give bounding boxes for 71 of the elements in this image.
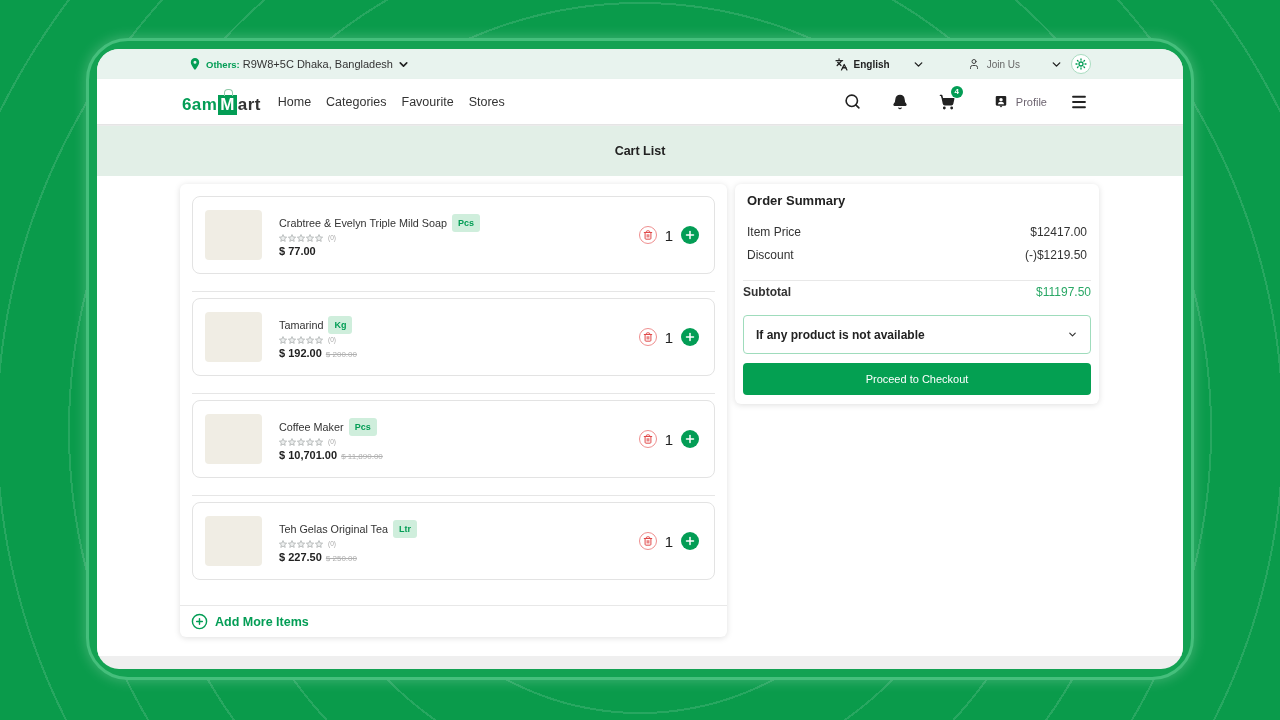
unit-tag: Pcs (452, 213, 481, 232)
plus-icon (684, 535, 696, 547)
theme-toggle-button[interactable] (1071, 54, 1091, 74)
unit-tag: Kg (328, 315, 353, 334)
subtotal-value: $11197.50 (1036, 284, 1091, 300)
nav-link[interactable]: Home (277, 94, 312, 109)
product-price: $ 192.00 (279, 346, 322, 359)
unavailable-product-select[interactable]: If any product is not available (743, 315, 1091, 354)
chevron-down-icon (1067, 329, 1078, 340)
location-address[interactable]: R9W8+5C Dhaka, Bangladesh (242, 58, 393, 70)
profile-icon (994, 95, 1007, 108)
nav-link[interactable]: Categories (326, 94, 387, 109)
language-selector[interactable]: English (834, 57, 925, 71)
quantity: 1 (664, 430, 673, 448)
delete-button[interactable] (638, 532, 657, 550)
search-icon (844, 93, 862, 110)
profile-button[interactable]: Profile (994, 95, 1047, 108)
increase-button[interactable] (681, 430, 699, 448)
increase-button[interactable] (681, 532, 699, 550)
trash-icon (642, 536, 653, 546)
unit-tag: Pcs (348, 417, 377, 436)
original-price: $ 11,890.00 (341, 451, 383, 461)
cart-count-badge: 4 (950, 85, 963, 98)
join-us-button[interactable]: Join Us (967, 57, 1063, 71)
location-label: Others: (206, 58, 240, 70)
order-summary-title: Order Summary (747, 193, 847, 209)
logo[interactable]: 6am M art (182, 87, 261, 116)
plus-icon (684, 229, 696, 241)
product-name: Tamarind (279, 318, 324, 331)
location-pin-icon (190, 58, 200, 70)
quantity: 1 (664, 226, 673, 244)
nav-link[interactable]: Favourite (401, 94, 454, 109)
increase-button[interactable] (681, 328, 699, 346)
translate-icon (834, 57, 848, 71)
delete-button[interactable] (638, 430, 657, 448)
photo-placeholder (205, 312, 262, 362)
delete-button[interactable] (638, 226, 657, 244)
photo-placeholder (205, 210, 262, 260)
subtotal-label: Subtotal (743, 284, 791, 300)
plus-circle-icon (191, 613, 208, 630)
delete-button[interactable] (638, 328, 657, 346)
product-name: Teh Gelas Original Tea (279, 522, 389, 535)
product-name: Crabtree & Evelyn Triple Mild Soap (279, 216, 448, 229)
plus-icon (684, 331, 696, 343)
cart-icon (938, 93, 955, 110)
original-price: $ 250.00 (325, 553, 357, 563)
product-price: $ 10,701.00 (279, 448, 338, 461)
product-price: $ 77.00 (279, 244, 316, 257)
add-more-items-link[interactable]: Add More Items (191, 613, 309, 630)
summary-value: (-)$1219.50 (1024, 247, 1087, 263)
product-name: Coffee Maker (279, 420, 344, 433)
trash-icon (642, 434, 653, 444)
trash-icon (642, 332, 653, 342)
sun-icon (1075, 58, 1087, 70)
plus-icon (684, 433, 696, 445)
photo-placeholder (205, 414, 262, 464)
nav-link[interactable]: Stores (468, 94, 505, 109)
product-price: $ 227.50 (279, 550, 322, 563)
increase-button[interactable] (681, 226, 699, 244)
unit-tag: Ltr (393, 519, 418, 538)
summary-label: Discount (747, 247, 794, 263)
summary-value: $12417.00 (1030, 224, 1087, 240)
summary-label: Item Price (747, 224, 801, 240)
page-title: Cart List (614, 144, 666, 158)
bell-icon (891, 93, 908, 110)
quantity: 1 (664, 328, 673, 346)
quantity: 1 (664, 532, 673, 550)
user-icon (967, 58, 980, 70)
photo-placeholder (205, 516, 262, 566)
original-price: $ 200.00 (325, 349, 357, 359)
trash-icon (642, 230, 653, 240)
